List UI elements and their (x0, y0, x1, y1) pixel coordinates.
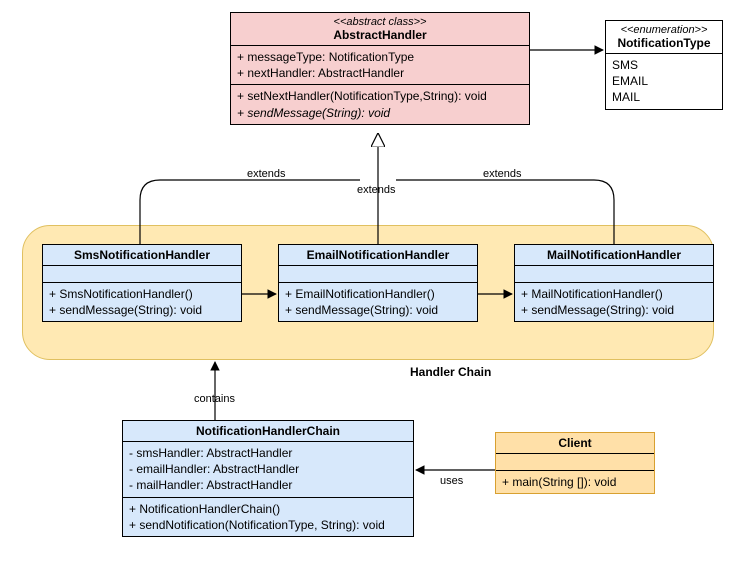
class-abstracthandler: <<abstract class>> AbstractHandler + mes… (230, 12, 530, 125)
attributes (496, 454, 654, 471)
class-mailnotificationhandler: MailNotificationHandler + MailNotificati… (514, 244, 714, 322)
class-name: MailNotificationHandler (515, 245, 713, 266)
operations: + main(String []): void (496, 471, 654, 493)
class-name: EmailNotificationHandler (279, 245, 477, 266)
attributes: + messageType: NotificationType + nextHa… (231, 46, 529, 85)
operations: + EmailNotificationHandler() + sendMessa… (279, 283, 477, 321)
class-client: Client + main(String []): void (495, 432, 655, 494)
class-name: Client (496, 433, 654, 454)
class-name: NotificationHandlerChain (123, 421, 413, 442)
extends-label-3: extends (483, 168, 522, 180)
enum-name: NotificationType (612, 36, 716, 50)
enum-notificationtype: <<enumeration>> NotificationType SMS EMA… (605, 20, 723, 110)
extends-label-1: extends (247, 168, 286, 180)
enum-values: SMS EMAIL MAIL (606, 54, 722, 109)
uses-label: uses (440, 475, 463, 487)
operations: + SmsNotificationHandler() + sendMessage… (43, 283, 241, 321)
class-notificationhandlerchain: NotificationHandlerChain - smsHandler: A… (122, 420, 414, 537)
attributes (515, 266, 713, 283)
stereotype: <<enumeration>> (612, 24, 716, 36)
class-smsnotificationhandler: SmsNotificationHandler + SmsNotification… (42, 244, 242, 322)
operations: + NotificationHandlerChain() + sendNotif… (123, 498, 413, 536)
attributes (43, 266, 241, 283)
extends-label-2: extends (357, 184, 396, 196)
operations: + setNextHandler(NotificationType,String… (231, 85, 529, 123)
stereotype: <<abstract class>> (237, 16, 523, 28)
operations: + MailNotificationHandler() + sendMessag… (515, 283, 713, 321)
class-emailnotificationhandler: EmailNotificationHandler + EmailNotifica… (278, 244, 478, 322)
handler-chain-label: Handler Chain (410, 365, 491, 379)
attributes: - smsHandler: AbstractHandler - emailHan… (123, 442, 413, 498)
class-name: SmsNotificationHandler (43, 245, 241, 266)
class-name: AbstractHandler (237, 28, 523, 42)
contains-label: contains (194, 393, 235, 405)
attributes (279, 266, 477, 283)
